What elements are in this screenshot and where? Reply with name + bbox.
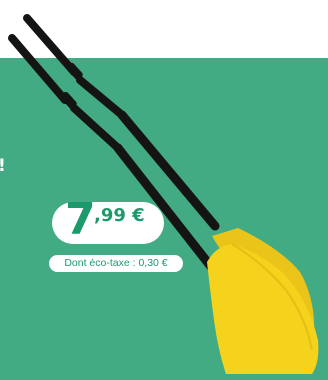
paddle-blades	[207, 228, 319, 374]
price-integer: 7	[65, 194, 96, 245]
eco-tax-label: Dont éco-taxe : 0,30 €	[49, 255, 183, 272]
paddle-pair-icon	[8, 14, 319, 374]
back-paddle	[23, 14, 220, 231]
price-decimal: ,99 €	[94, 205, 145, 226]
price-tag: 7 ,99 €	[52, 198, 164, 244]
